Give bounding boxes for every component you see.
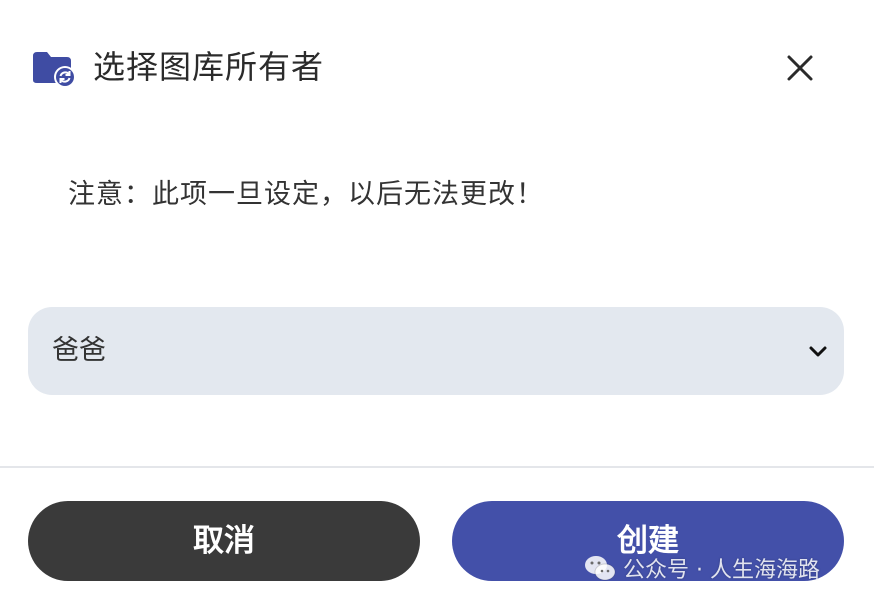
owner-select[interactable]: 爸爸 (28, 307, 844, 395)
watermark: 公众号 · 人生海海路 (583, 550, 820, 586)
folder-sync-icon (33, 52, 76, 88)
owner-select-value: 爸爸 (52, 335, 106, 366)
select-owner-dialog: 选择图库所有者 注意：此项一旦设定，以后无法更改！ 爸爸 取消 创建 公众号 ·… (0, 0, 874, 602)
cancel-button[interactable]: 取消 (28, 501, 420, 581)
watermark-text: 公众号 · 人生海海路 (623, 558, 820, 583)
wechat-icon (585, 556, 616, 581)
close-icon[interactable] (782, 50, 818, 86)
chevron-down-icon (809, 346, 827, 357)
notice-text: 注意：此项一旦设定，以后无法更改！ (68, 179, 544, 210)
dialog-title: 选择图库所有者 (93, 48, 325, 86)
footer-divider (0, 466, 874, 468)
